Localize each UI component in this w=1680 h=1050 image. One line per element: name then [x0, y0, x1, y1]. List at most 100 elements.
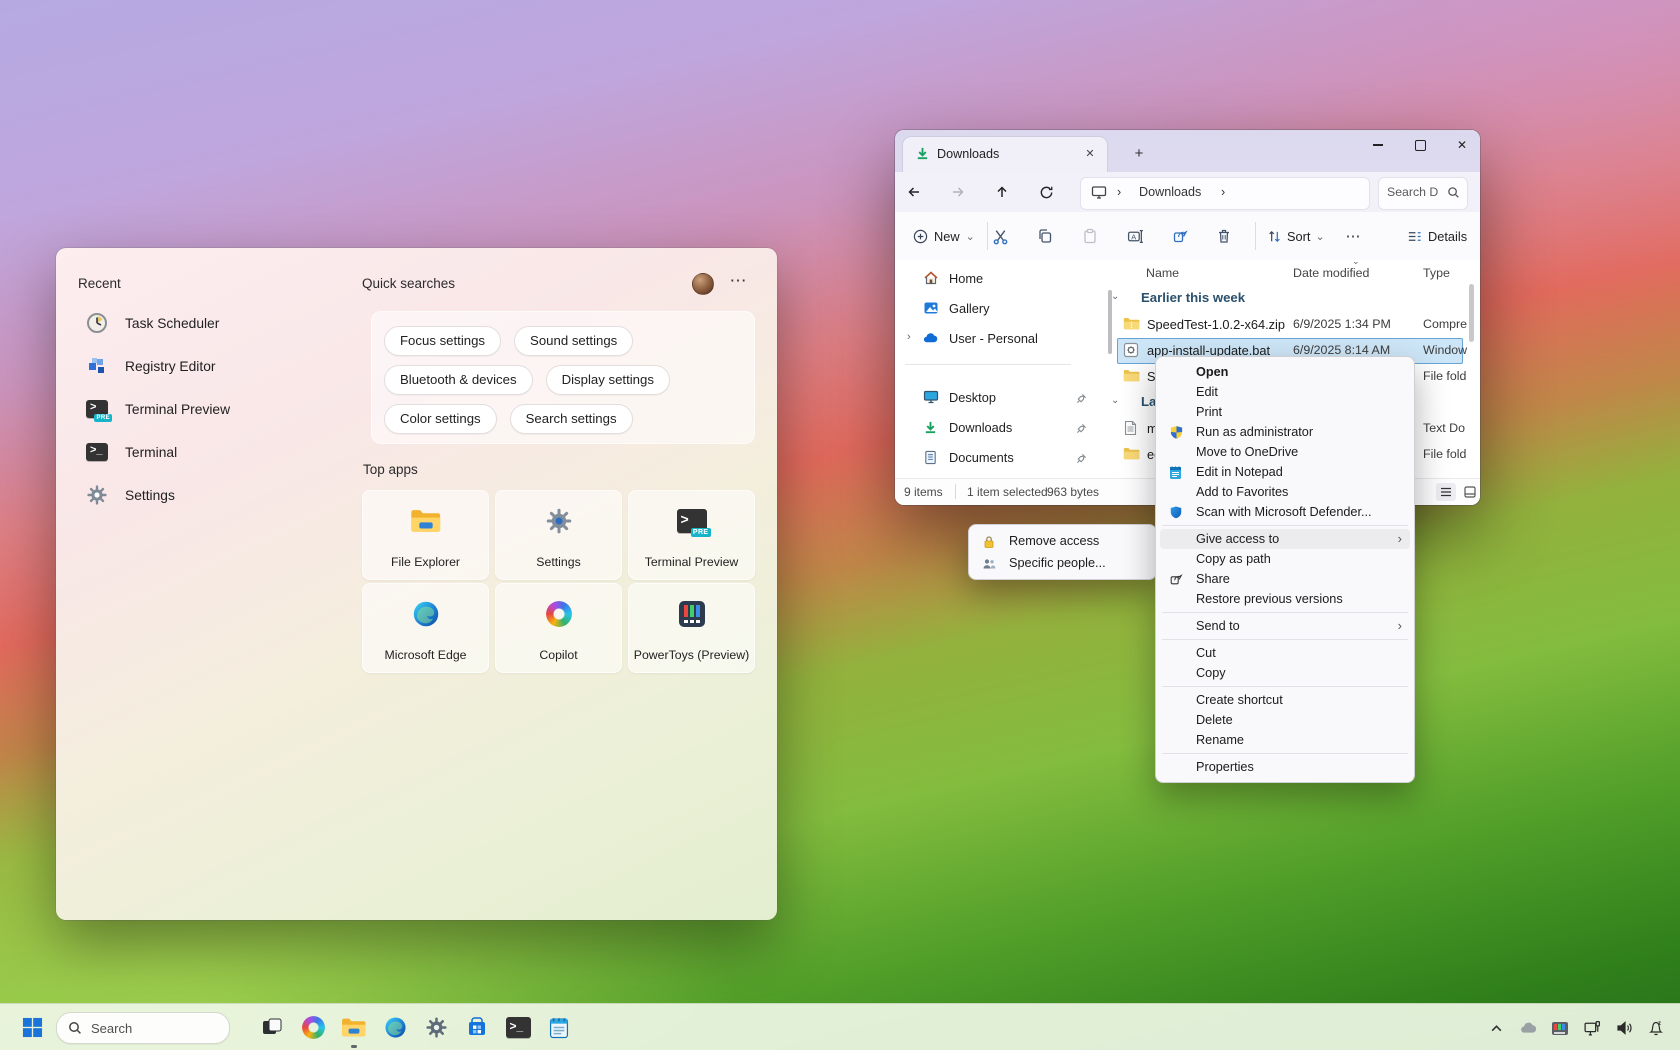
top-app-powertoys[interactable]: PowerToys (Preview) — [628, 583, 755, 673]
quick-search-pill[interactable]: Search settings — [510, 404, 633, 434]
sidebar-item-onedrive-personal[interactable]: › User - Personal — [899, 323, 1081, 353]
color-app-tray-icon[interactable] — [1548, 1016, 1572, 1040]
vertical-scrollbar-thumb[interactable] — [1469, 284, 1474, 342]
details-button[interactable]: Details — [1401, 219, 1473, 253]
onedrive-tray-icon[interactable] — [1516, 1016, 1540, 1040]
task-view-button[interactable] — [252, 1007, 292, 1047]
user-avatar[interactable] — [692, 273, 714, 295]
quick-search-pill[interactable]: Display settings — [546, 365, 670, 395]
maximize-button[interactable] — [1399, 130, 1441, 160]
recent-item-task-scheduler[interactable]: Task Scheduler — [74, 304, 344, 342]
quick-searches-title: Quick searches — [362, 276, 455, 291]
notification-bell-icon[interactable]: z — [1644, 1016, 1668, 1040]
context-menu-item-copy[interactable]: Copy — [1160, 663, 1410, 683]
top-app-copilot[interactable]: Copilot — [495, 583, 622, 673]
sidebar-item-label: Desktop — [949, 390, 996, 405]
context-menu-item-print[interactable]: Print — [1160, 402, 1410, 422]
quick-search-pill[interactable]: Focus settings — [384, 326, 501, 356]
file-explorer-button[interactable] — [334, 1007, 374, 1047]
terminal-button[interactable]: >_ — [498, 1007, 538, 1047]
taskbar-search-box[interactable]: Search — [56, 1012, 230, 1044]
forward-icon[interactable] — [943, 178, 973, 206]
sidebar-item-downloads[interactable]: Downloads — [899, 412, 1081, 442]
delete-icon[interactable] — [1207, 219, 1241, 253]
context-menu-item-send-to[interactable]: Send to › — [1160, 616, 1410, 636]
back-icon[interactable] — [899, 178, 929, 206]
refresh-icon[interactable] — [1031, 178, 1061, 206]
group-header-earlier-this-week[interactable]: Earlier this week — [1141, 290, 1245, 305]
rename-icon[interactable]: A — [1118, 219, 1152, 253]
tab-downloads[interactable]: Downloads ✕ — [903, 137, 1107, 172]
column-header-date-modified[interactable]: Date modified — [1293, 266, 1369, 280]
sort-button[interactable]: Sort ⌄ — [1261, 219, 1331, 253]
context-menu-item-add-to-favorites[interactable]: Add to Favorites — [1160, 482, 1410, 502]
context-menu-item-edit-in-notepad[interactable]: Edit in Notepad — [1160, 462, 1410, 482]
top-app-label: Microsoft Edge — [367, 648, 484, 662]
cut-icon[interactable] — [983, 219, 1017, 253]
minimize-button[interactable] — [1357, 130, 1399, 160]
context-menu-item-scan-with-defender[interactable]: Scan with Microsoft Defender... — [1160, 502, 1410, 522]
top-app-terminal-preview[interactable]: >PRE Terminal Preview — [628, 490, 755, 580]
context-menu-item-share[interactable]: Share — [1160, 569, 1410, 589]
sidebar-item-documents[interactable]: Documents — [899, 442, 1081, 472]
recent-item-registry-editor[interactable]: Registry Editor — [74, 347, 344, 385]
context-menu-item-run-as-administrator[interactable]: Run as administrator — [1160, 422, 1410, 442]
top-app-file-explorer[interactable]: File Explorer — [362, 490, 489, 580]
top-app-settings[interactable]: Settings — [495, 490, 622, 580]
sidebar-item-home[interactable]: Home — [899, 263, 1081, 293]
tab-close-icon[interactable]: ✕ — [1081, 145, 1099, 163]
share-icon[interactable] — [1163, 219, 1197, 253]
recent-item-settings[interactable]: Settings — [74, 476, 344, 514]
start-button[interactable] — [12, 1007, 52, 1047]
settings-button[interactable] — [416, 1007, 456, 1047]
column-header-name[interactable]: Name — [1146, 266, 1179, 280]
recent-item-terminal[interactable]: >_ Terminal — [74, 433, 344, 471]
notepad-button[interactable] — [539, 1007, 579, 1047]
copilot-button[interactable] — [293, 1007, 333, 1047]
new-tab-button[interactable]: + — [1127, 142, 1151, 166]
see-more-button[interactable]: ⋯ — [1338, 219, 1368, 253]
expand-chevron-icon[interactable]: › — [907, 331, 911, 343]
context-menu-item-cut[interactable]: Cut — [1160, 643, 1410, 663]
thumbnail-view-toggle-icon[interactable] — [1460, 483, 1480, 501]
recent-item-terminal-preview[interactable]: >PRE Terminal Preview — [74, 390, 344, 428]
tray-chevron-up-icon[interactable] — [1484, 1016, 1508, 1040]
group-collapse-icon[interactable]: ⌄ — [1111, 395, 1119, 406]
column-header-type[interactable]: Type — [1423, 266, 1450, 280]
quick-search-pill[interactable]: Sound settings — [514, 326, 633, 356]
sidebar-item-gallery[interactable]: Gallery — [899, 293, 1081, 323]
submenu-item-remove-access[interactable]: Remove access — [973, 530, 1152, 552]
group-collapse-icon[interactable]: ⌄ — [1111, 291, 1119, 302]
new-button-label: New — [934, 229, 960, 244]
search-box[interactable]: Search D — [1378, 177, 1468, 210]
context-menu-item-delete[interactable]: Delete — [1160, 710, 1410, 730]
top-app-microsoft-edge[interactable]: Microsoft Edge — [362, 583, 489, 673]
context-menu-item-move-to-onedrive[interactable]: Move to OneDrive — [1160, 442, 1410, 462]
context-menu-item-restore-previous-versions[interactable]: Restore previous versions — [1160, 589, 1410, 609]
details-view-toggle-icon[interactable] — [1436, 483, 1456, 501]
quick-search-pill[interactable]: Bluetooth & devices — [384, 365, 533, 395]
address-bar[interactable]: › Downloads › — [1080, 177, 1370, 210]
file-row-speedtest-zip[interactable]: SpeedTest-1.0.2-x64.zip 6/9/2025 1:34 PM… — [1117, 312, 1463, 338]
context-menu-item-create-shortcut[interactable]: Create shortcut — [1160, 690, 1410, 710]
network-tray-icon[interactable] — [1580, 1016, 1604, 1040]
up-icon[interactable] — [987, 178, 1017, 206]
context-menu-item-give-access-to[interactable]: Give access to › — [1160, 529, 1410, 549]
paste-icon[interactable] — [1073, 219, 1107, 253]
close-button[interactable]: ✕ — [1441, 130, 1480, 160]
breadcrumb-downloads[interactable]: Downloads — [1139, 178, 1201, 207]
volume-tray-icon[interactable] — [1612, 1016, 1636, 1040]
context-menu-item-edit[interactable]: Edit — [1160, 382, 1410, 402]
quick-search-pill[interactable]: Color settings — [384, 404, 497, 434]
sidebar-item-desktop[interactable]: Desktop — [899, 382, 1081, 412]
context-menu-item-rename[interactable]: Rename — [1160, 730, 1410, 750]
context-menu-item-properties[interactable]: Properties — [1160, 757, 1410, 777]
microsoft-store-button[interactable] — [457, 1007, 497, 1047]
more-options-button[interactable]: ⋯ — [724, 268, 752, 294]
submenu-item-specific-people[interactable]: Specific people... — [973, 552, 1152, 574]
new-button[interactable]: New ⌄ — [905, 219, 983, 253]
context-menu-item-open[interactable]: Open — [1160, 362, 1410, 382]
copy-icon[interactable] — [1028, 219, 1062, 253]
edge-button[interactable] — [375, 1007, 415, 1047]
context-menu-item-copy-as-path[interactable]: Copy as path — [1160, 549, 1410, 569]
